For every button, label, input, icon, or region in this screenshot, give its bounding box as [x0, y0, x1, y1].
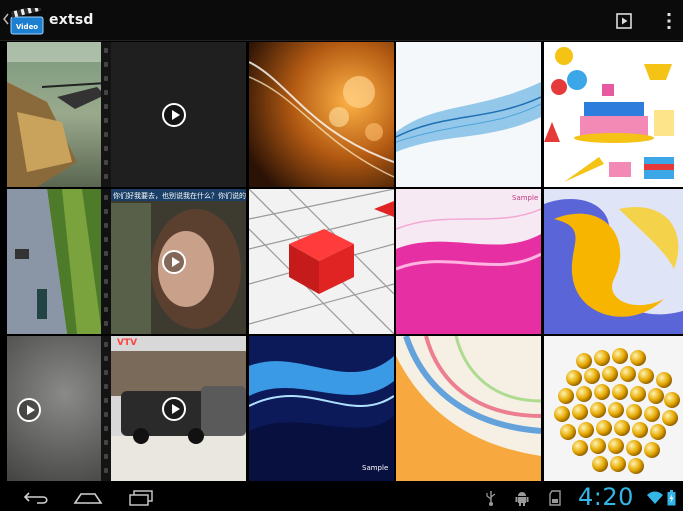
play-icon[interactable]: [162, 250, 186, 274]
wifi-icon: [647, 489, 663, 507]
app-icon-label: Video: [16, 23, 38, 31]
film-strip: [101, 336, 111, 481]
thumbnail-blue-wave[interactable]: [396, 42, 541, 187]
watermark-caption: Sample: [512, 194, 539, 202]
film-strip: [101, 42, 111, 187]
play-icon[interactable]: [162, 103, 186, 127]
thumbnail-woman-video[interactable]: 你们好我要去，也别说我在什么？你们说的我个人: [101, 189, 246, 334]
overflow-menu-button[interactable]: [656, 8, 682, 34]
android-debug-icon: [515, 489, 529, 507]
thumbnail-red-cube[interactable]: [249, 189, 394, 334]
play-icon[interactable]: [17, 398, 41, 422]
status-clock: 4:20: [578, 483, 634, 511]
thumbnail-pink-swirl[interactable]: Sample: [396, 189, 541, 334]
subtitle-caption: 你们好我要去，也别说我在什么？你们说的我个人: [113, 192, 246, 200]
home-icon: [73, 493, 103, 504]
thumbnail-blue-stripes[interactable]: Sample: [249, 336, 394, 481]
thumbnail-amber-bokeh[interactable]: [249, 42, 394, 187]
gallery-app-icon[interactable]: Video: [9, 4, 45, 36]
slideshow-button[interactable]: [611, 8, 637, 34]
thumbnail-street-video[interactable]: VTV: [101, 336, 246, 481]
thumbnail-gold-spheres[interactable]: [544, 336, 683, 481]
sd-card-icon: [549, 489, 561, 507]
thumbnail-birthday-cake[interactable]: [544, 42, 683, 187]
battery-icon: [667, 489, 676, 507]
usb-icon: [485, 489, 497, 507]
thumbnail-rainbow-swirl[interactable]: [396, 336, 541, 481]
channel-logo-caption: VTV: [117, 338, 138, 348]
thumbnail-dark-video[interactable]: [101, 42, 246, 187]
slideshow-icon: [616, 13, 632, 29]
back-button[interactable]: [20, 488, 54, 508]
thumbnail-grid: 你们好我要去，也别说我在什么？你们说的我个人 Sample: [7, 42, 683, 484]
film-strip: [101, 189, 111, 334]
thumbnail-yellow-3d[interactable]: [544, 189, 683, 334]
album-title: extsd: [49, 12, 94, 28]
overflow-menu-icon: [667, 13, 671, 29]
back-icon: [23, 492, 48, 504]
play-icon[interactable]: [162, 397, 186, 421]
recent-apps-icon: [129, 490, 153, 506]
home-button[interactable]: [71, 488, 105, 508]
watermark-caption: Sample: [362, 464, 389, 472]
action-bar: Video extsd: [0, 0, 683, 41]
recent-apps-button[interactable]: [124, 488, 158, 508]
